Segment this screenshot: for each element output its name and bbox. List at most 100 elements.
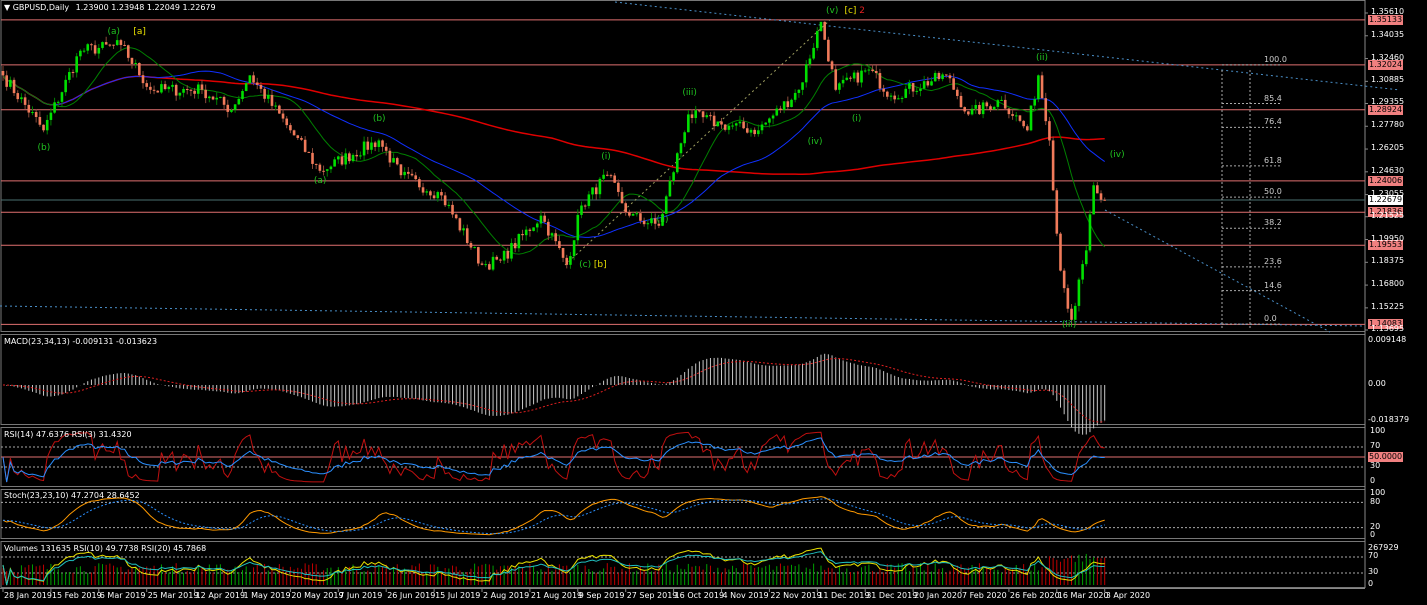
wave-label: (iv) bbox=[1109, 150, 1125, 161]
channel-line bbox=[564, 19, 831, 266]
candle-body bbox=[42, 124, 45, 131]
candle-body bbox=[1055, 190, 1059, 234]
candle-body bbox=[1048, 121, 1051, 141]
wave-label: (i) bbox=[851, 114, 862, 125]
candle-body bbox=[709, 115, 712, 117]
candle-body bbox=[31, 112, 34, 114]
candle-body bbox=[886, 91, 889, 97]
candle-body bbox=[259, 84, 263, 89]
candle-body bbox=[524, 229, 528, 236]
candle-body bbox=[130, 57, 134, 64]
candle-body bbox=[462, 228, 465, 231]
fib-level-label: 50.0 bbox=[1264, 187, 1282, 197]
candle-body bbox=[959, 95, 963, 108]
candle-body bbox=[337, 156, 340, 160]
y-tick-label: 1.18375 bbox=[1371, 256, 1405, 266]
wave-label: (b) bbox=[37, 143, 51, 154]
candle-body bbox=[407, 171, 410, 174]
wave-label: (ii) bbox=[656, 215, 669, 226]
candle-body bbox=[1096, 185, 1099, 194]
candle-body bbox=[919, 88, 922, 91]
candle-body bbox=[373, 142, 377, 147]
candle-body bbox=[1062, 270, 1066, 289]
candle-body bbox=[237, 98, 241, 105]
price-level-tag: 1.35133 bbox=[1368, 14, 1404, 25]
chart-canvas[interactable] bbox=[0, 0, 1427, 605]
candle-body bbox=[126, 45, 130, 58]
chart-header: ▼ GBPUSD,Daily 1.23900 1.23948 1.22049 1… bbox=[4, 3, 216, 12]
candle-body bbox=[97, 47, 101, 54]
fib-level-label: 0.0 bbox=[1264, 314, 1277, 324]
candle-body bbox=[469, 243, 473, 248]
candle-body bbox=[443, 195, 447, 206]
y-tick-label: 1.21525 bbox=[1371, 210, 1405, 220]
candle-body bbox=[1037, 75, 1040, 100]
candle-body bbox=[782, 101, 786, 111]
candle-body bbox=[576, 214, 580, 241]
macd-label: MACD(23,34,13) -0.009131 -0.013623 bbox=[4, 337, 158, 346]
candle-body bbox=[764, 122, 768, 125]
candle-body bbox=[819, 21, 823, 32]
candle-body bbox=[790, 99, 793, 108]
candle-body bbox=[1073, 305, 1077, 320]
candle-body bbox=[956, 89, 959, 96]
candle-body bbox=[547, 221, 550, 236]
candle-body bbox=[543, 215, 546, 222]
candle-body bbox=[1000, 99, 1003, 101]
fib-level-label: 100.0 bbox=[1264, 54, 1287, 64]
candle-body bbox=[893, 95, 896, 100]
candle-body bbox=[318, 164, 322, 171]
candle-body bbox=[454, 214, 458, 219]
candle-body bbox=[793, 92, 797, 100]
candle-body bbox=[82, 50, 86, 52]
candle-body bbox=[701, 111, 705, 118]
y-tick-label: 1.29355 bbox=[1371, 97, 1405, 107]
stoch-axis-label: 80 bbox=[1370, 497, 1381, 506]
candle-body bbox=[403, 171, 406, 176]
candle-body bbox=[1099, 193, 1103, 200]
candle-body bbox=[414, 175, 417, 180]
candle-body bbox=[639, 213, 642, 221]
candle-body bbox=[675, 153, 679, 173]
candle-body bbox=[38, 116, 42, 125]
candle-body bbox=[473, 247, 476, 249]
candle-body bbox=[757, 130, 760, 135]
candle-body bbox=[900, 97, 904, 99]
candle-body bbox=[1051, 140, 1055, 191]
candle-body bbox=[104, 42, 108, 45]
candle-body bbox=[477, 247, 480, 264]
candle-body bbox=[156, 90, 160, 93]
candle-body bbox=[771, 115, 775, 119]
candle-body bbox=[355, 154, 359, 157]
candle-body bbox=[561, 247, 565, 258]
candle-body bbox=[49, 112, 53, 120]
candle-body bbox=[827, 39, 830, 62]
candle-body bbox=[112, 44, 115, 46]
candle-body bbox=[852, 72, 856, 79]
rsi-axis-label: 70 bbox=[1370, 441, 1381, 450]
candle-body bbox=[992, 106, 996, 110]
candle-body bbox=[436, 192, 440, 199]
candle-body bbox=[1, 71, 5, 76]
candle-body bbox=[71, 72, 75, 74]
candle-body bbox=[690, 114, 694, 118]
candle-body bbox=[244, 83, 248, 91]
candle-body bbox=[878, 73, 882, 89]
candle-body bbox=[1103, 199, 1106, 201]
candle-body bbox=[145, 83, 148, 87]
candle-body bbox=[594, 187, 598, 195]
panel-frame bbox=[0, 0, 1366, 332]
rsi-label: RSI(14) 47.6376 RSI(3) 31.4320 bbox=[4, 430, 132, 439]
fib-level-label: 61.8 bbox=[1264, 155, 1282, 165]
candle-body bbox=[152, 89, 156, 91]
candle-body bbox=[270, 95, 274, 106]
symbol-label[interactable]: ▼ GBPUSD,Daily bbox=[4, 3, 69, 12]
candle-body bbox=[1007, 108, 1011, 115]
candle-body bbox=[60, 92, 64, 102]
candle-body bbox=[491, 256, 495, 270]
candle-body bbox=[889, 95, 893, 97]
stoch-label: Stoch(23,23,10) 47.2704 28.6452 bbox=[4, 491, 140, 500]
candle-body bbox=[554, 233, 557, 242]
candle-body bbox=[75, 56, 78, 73]
candle-body bbox=[1029, 105, 1033, 131]
